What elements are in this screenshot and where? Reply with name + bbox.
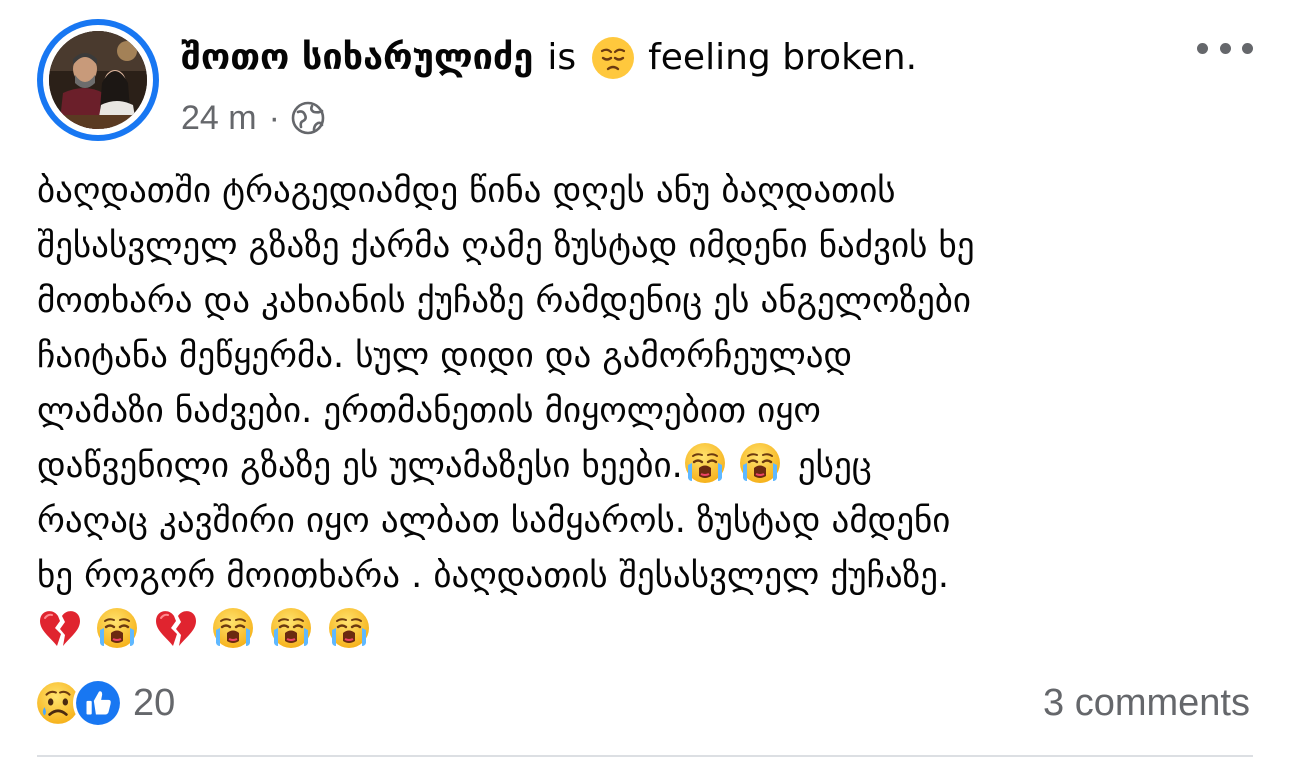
post-text-line-with-emoji: დაწვენილი გზაზე ეს ულამაზესი ხეები. ესეც xyxy=(37,439,1257,494)
post-emoji-row xyxy=(37,604,1257,659)
post-text-line: შესასვლელ გზაზე ქარმა ღამე ზუსტად იმდენი… xyxy=(37,226,975,266)
broken-heart-icon xyxy=(153,606,197,650)
post-timestamp[interactable]: 24 m xyxy=(181,99,257,138)
post-text-line: ჩაიტანა მეწყერმა. სულ დიდი და გამორჩეულა… xyxy=(37,336,853,376)
loudly-crying-face-icon xyxy=(683,441,727,485)
feeling-connector: is xyxy=(547,37,577,78)
loudly-crying-face-icon xyxy=(269,606,313,650)
more-options-dot xyxy=(1219,42,1231,54)
loudly-crying-face-icon xyxy=(327,606,371,650)
post-header: შოთო სიხარულიძე is feeling broken. xyxy=(181,32,917,84)
feed-post: შოთო სიხარულიძე is feeling broken. 24 m … xyxy=(0,0,1290,782)
globe-icon[interactable] xyxy=(290,100,326,136)
post-text-line: ბაღდათში ტრაგედიამდე წინა დღეს ანუ ბაღდა… xyxy=(37,171,896,211)
post-meta: 24 m · xyxy=(181,96,326,140)
divider xyxy=(37,755,1253,757)
reactions-summary[interactable]: 20 xyxy=(33,678,175,728)
author-name[interactable]: შოთო სიხარულიძე xyxy=(181,32,533,84)
more-options-dot xyxy=(1197,42,1208,54)
comments-count-link[interactable]: 3 comments xyxy=(1043,678,1250,728)
broken-heart-icon xyxy=(37,606,81,650)
more-options-dot xyxy=(1242,42,1253,54)
more-options-button[interactable] xyxy=(1197,30,1253,66)
post-text-line: მოთხარა და კახიანის ქუჩაზე რამდენიც ეს ა… xyxy=(37,281,971,321)
like-reaction-icon xyxy=(73,678,123,728)
disappointed-face-icon xyxy=(592,37,635,79)
loudly-crying-face-icon xyxy=(95,606,139,650)
loudly-crying-face-icon xyxy=(738,441,782,485)
avatar-frame xyxy=(43,25,153,135)
post-text-segment: ესეც xyxy=(797,446,872,486)
loudly-crying-face-icon xyxy=(211,606,255,650)
avatar[interactable] xyxy=(49,31,147,129)
post-body: ბაღდათში ტრაგედიამდე წინა დღეს ანუ ბაღდა… xyxy=(37,164,1257,659)
post-text-line: ლამაზი ნაძვები. ერთმანეთის მიყოლებით იყო xyxy=(37,391,821,431)
avatar-story-ring[interactable] xyxy=(37,19,159,141)
post-text-line: რაღაც კავშირი იყო ალბათ სამყაროს. ზუსტად… xyxy=(37,501,951,541)
avatar-photo-image xyxy=(49,31,147,129)
feeling-text: feeling broken. xyxy=(648,37,918,78)
post-text-segment: დაწვენილი გზაზე ეს ულამაზესი ხეები. xyxy=(37,446,683,486)
meta-separator: · xyxy=(268,98,280,137)
post-text-line: ხე როგორ მოითხარა . ბაღდათის შესასვლელ ქ… xyxy=(37,556,950,596)
reaction-count[interactable]: 20 xyxy=(133,682,175,725)
